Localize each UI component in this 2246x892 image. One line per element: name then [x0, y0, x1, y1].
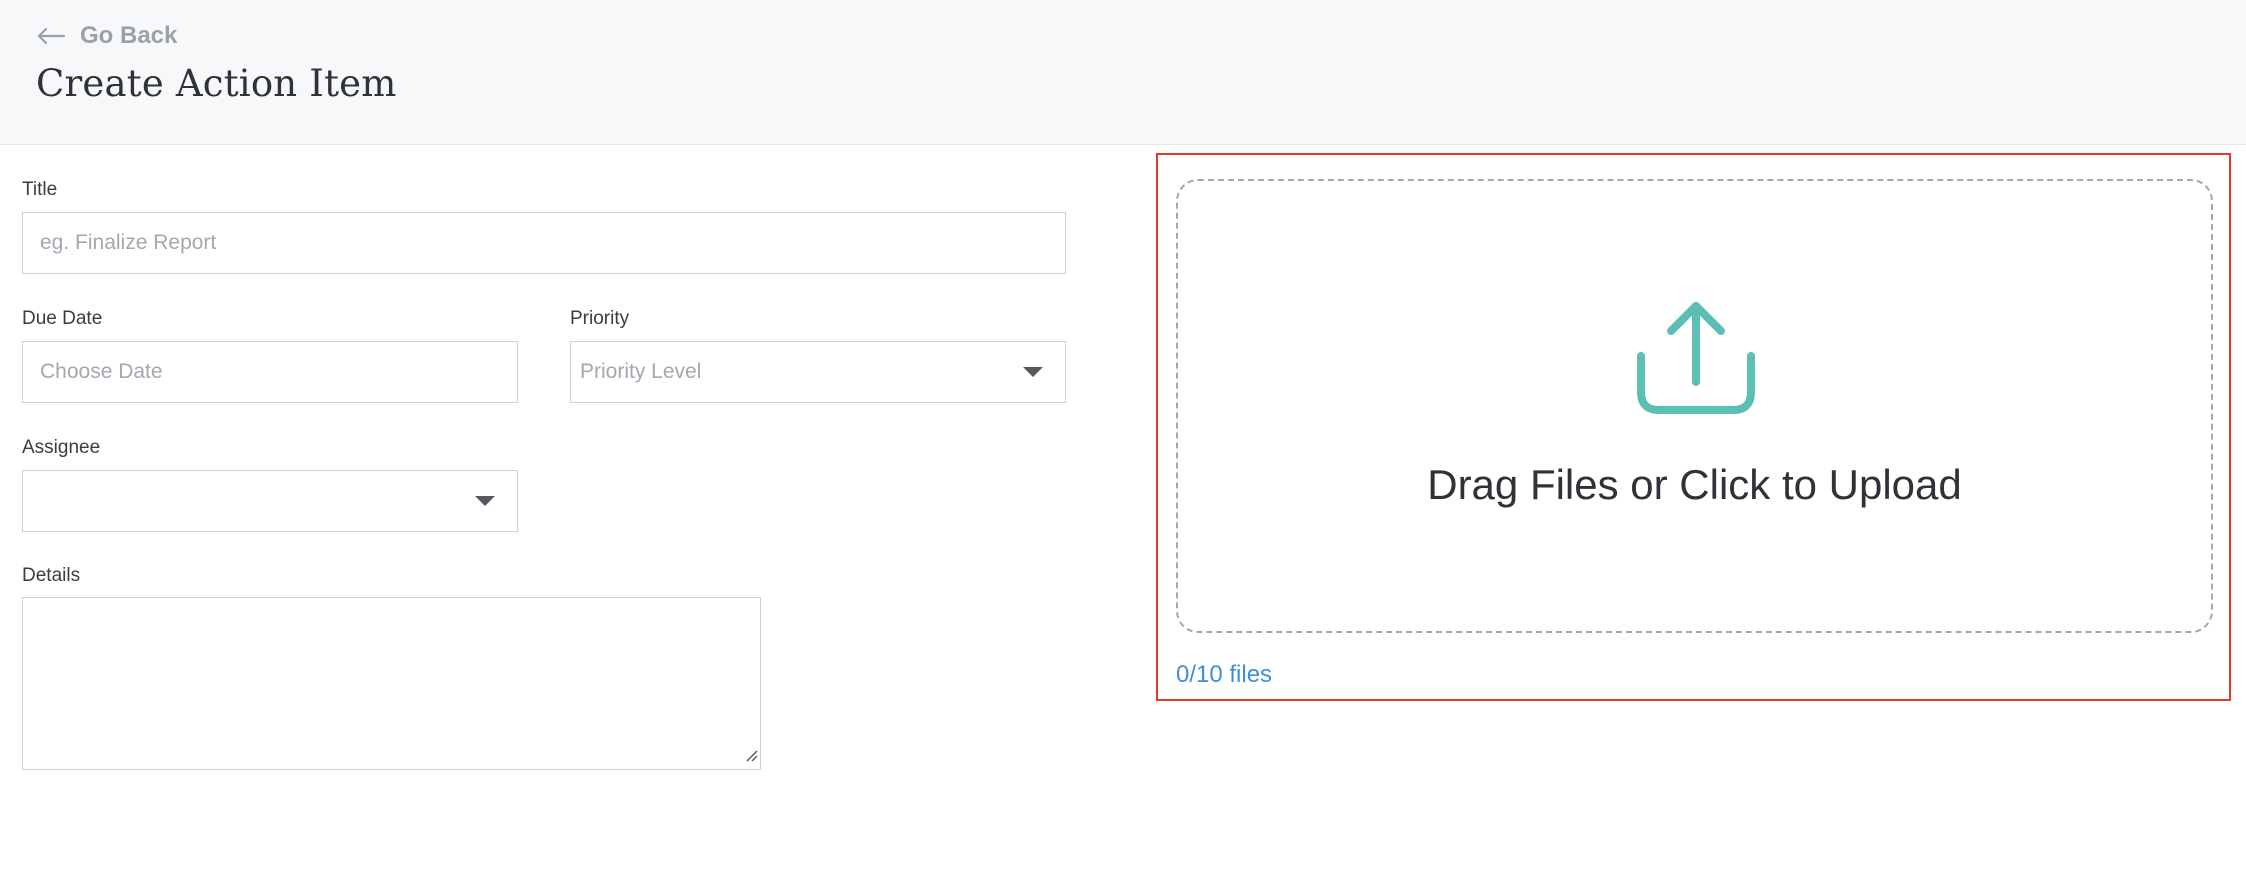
resize-handle-icon[interactable] — [744, 748, 758, 767]
assignee-label: Assignee — [22, 437, 101, 458]
details-textarea[interactable] — [22, 597, 761, 770]
upload-prompt: Drag Files or Click to Upload — [1427, 461, 1962, 508]
due-date-input[interactable] — [40, 360, 517, 384]
priority-placeholder: Priority Level — [580, 360, 702, 383]
title-field-box — [22, 212, 1066, 274]
chevron-down-icon — [1023, 367, 1043, 377]
page-header: Go Back Create Action Item — [0, 0, 2246, 145]
due-date-field-box — [22, 341, 518, 403]
go-back-label: Go Back — [80, 22, 178, 49]
page-title: Create Action Item — [36, 62, 397, 105]
go-back-link[interactable]: Go Back — [36, 22, 177, 50]
title-label: Title — [22, 179, 58, 200]
details-label: Details — [22, 565, 81, 586]
upload-icon — [1635, 300, 1757, 421]
upload-panel: Drag Files or Click to Upload 0/10 files — [1156, 153, 2231, 701]
file-dropzone[interactable]: Drag Files or Click to Upload — [1176, 179, 2213, 633]
due-date-label: Due Date — [22, 308, 103, 329]
priority-label: Priority — [570, 308, 630, 329]
file-count: 0/10 files — [1176, 661, 1273, 688]
assignee-select[interactable] — [22, 470, 518, 532]
arrow-left-icon — [36, 27, 66, 45]
priority-select[interactable]: Priority Level — [570, 341, 1066, 403]
title-input[interactable] — [40, 231, 1065, 255]
chevron-down-icon — [475, 496, 495, 506]
